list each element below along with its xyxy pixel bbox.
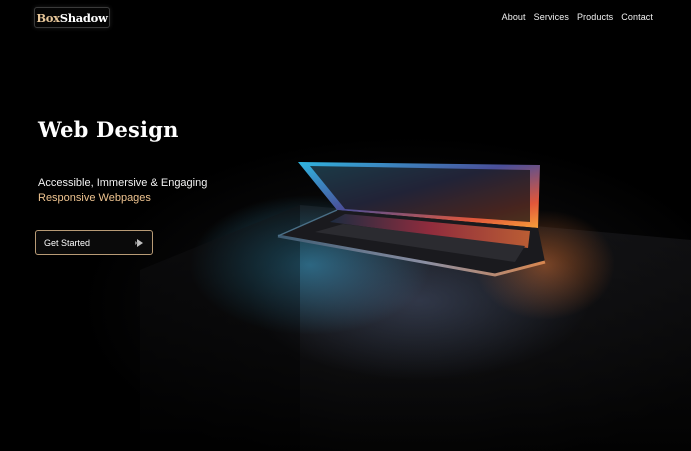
nav-products[interactable]: Products: [577, 12, 613, 22]
get-started-button[interactable]: Get Started: [35, 230, 153, 255]
hero-title: Web Design: [38, 117, 179, 142]
hero-subtagline: Responsive Webpages: [38, 192, 151, 204]
brand-logo-part1: Box: [36, 10, 60, 25]
main-nav: About Services Products Contact: [502, 12, 653, 22]
nav-services[interactable]: Services: [534, 12, 569, 22]
brand-logo-part2: Shadow: [59, 10, 108, 25]
nav-contact[interactable]: Contact: [621, 12, 653, 22]
hero-section: Box Shadow About Services Products Contac…: [0, 0, 691, 451]
nav-about[interactable]: About: [502, 12, 526, 22]
hero-tagline: Accessible, Immersive & Engaging: [38, 177, 208, 189]
get-started-label: Get Started: [44, 237, 91, 248]
arrow-right-icon: [135, 238, 143, 247]
laptop-illustration: [277, 162, 546, 277]
brand-logo[interactable]: Box Shadow: [34, 7, 110, 28]
